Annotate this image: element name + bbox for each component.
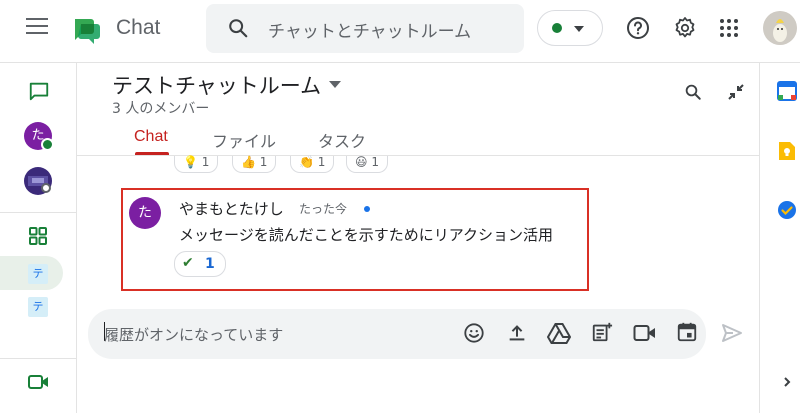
reaction-chip[interactable]: 💡 1 bbox=[174, 156, 219, 173]
keep-icon[interactable] bbox=[778, 141, 796, 161]
upload-icon[interactable] bbox=[506, 322, 528, 344]
checkmark-icon: ✔ bbox=[182, 255, 194, 271]
calendar-invite-icon[interactable] bbox=[676, 321, 698, 343]
status-indicator-icon bbox=[552, 23, 562, 33]
new-message-dot-icon bbox=[364, 206, 370, 212]
drive-icon[interactable] bbox=[547, 322, 571, 344]
online-status-icon bbox=[41, 138, 54, 151]
expand-panel-chevron-icon[interactable] bbox=[782, 376, 792, 388]
emoji-icon[interactable] bbox=[463, 322, 485, 344]
sender-name[interactable]: やまもとたけし bbox=[179, 198, 284, 219]
apps-grid-icon[interactable] bbox=[719, 18, 739, 38]
room-search-icon[interactable] bbox=[684, 83, 702, 101]
app-title: Chat bbox=[116, 16, 161, 39]
room-menu-chevron-icon[interactable] bbox=[329, 81, 341, 88]
collapse-icon[interactable] bbox=[727, 83, 745, 101]
message-text: メッセージを読んだことを示すためにリアクション活用 bbox=[179, 226, 553, 244]
help-icon[interactable] bbox=[626, 16, 650, 40]
away-status-icon bbox=[41, 183, 51, 193]
main-menu-icon[interactable] bbox=[26, 18, 48, 36]
chat-logo-icon bbox=[70, 13, 102, 45]
message-timestamp: たった今 bbox=[299, 202, 348, 216]
room-title[interactable]: テストチャットルーム bbox=[112, 70, 321, 100]
status-dropdown[interactable] bbox=[537, 10, 603, 46]
calendar-icon[interactable] bbox=[777, 81, 797, 101]
send-icon[interactable] bbox=[721, 323, 743, 343]
add-doc-icon[interactable] bbox=[591, 321, 613, 343]
space-chip-1[interactable]: テ bbox=[28, 264, 48, 284]
spaces-nav-icon[interactable] bbox=[28, 226, 48, 246]
space-chip-2[interactable]: テ bbox=[28, 297, 48, 317]
reaction-checkmark-chip[interactable]: ✔ 1 bbox=[174, 251, 226, 277]
video-meeting-icon[interactable] bbox=[633, 324, 657, 342]
right-side-panel bbox=[759, 62, 800, 413]
reaction-count: 1 bbox=[205, 256, 215, 272]
account-avatar[interactable] bbox=[763, 11, 797, 45]
reaction-chip[interactable]: 👏 1 bbox=[290, 156, 335, 173]
sender-avatar[interactable]: た bbox=[129, 197, 161, 229]
message-input[interactable]: 履歴がオンになっています bbox=[104, 324, 283, 345]
rail-divider bbox=[0, 358, 76, 359]
reaction-chip[interactable]: 😃 1 bbox=[346, 156, 388, 173]
gear-icon[interactable] bbox=[673, 16, 697, 40]
tab-chat[interactable]: Chat bbox=[134, 128, 168, 146]
chevron-down-icon bbox=[574, 26, 584, 32]
search-icon[interactable] bbox=[227, 17, 249, 39]
tab-files[interactable]: ファイル bbox=[212, 128, 276, 152]
chat-nav-icon[interactable] bbox=[28, 80, 50, 102]
rail-divider bbox=[0, 212, 76, 213]
tasks-icon[interactable] bbox=[777, 200, 797, 220]
search-input[interactable]: チャットとチャットルーム bbox=[268, 17, 471, 42]
member-count[interactable]: 3 人のメンバー bbox=[112, 98, 209, 118]
tab-tasks[interactable]: タスク bbox=[318, 128, 366, 152]
reaction-chip[interactable]: 👍 1 bbox=[232, 156, 277, 173]
meet-video-icon[interactable] bbox=[28, 373, 50, 391]
